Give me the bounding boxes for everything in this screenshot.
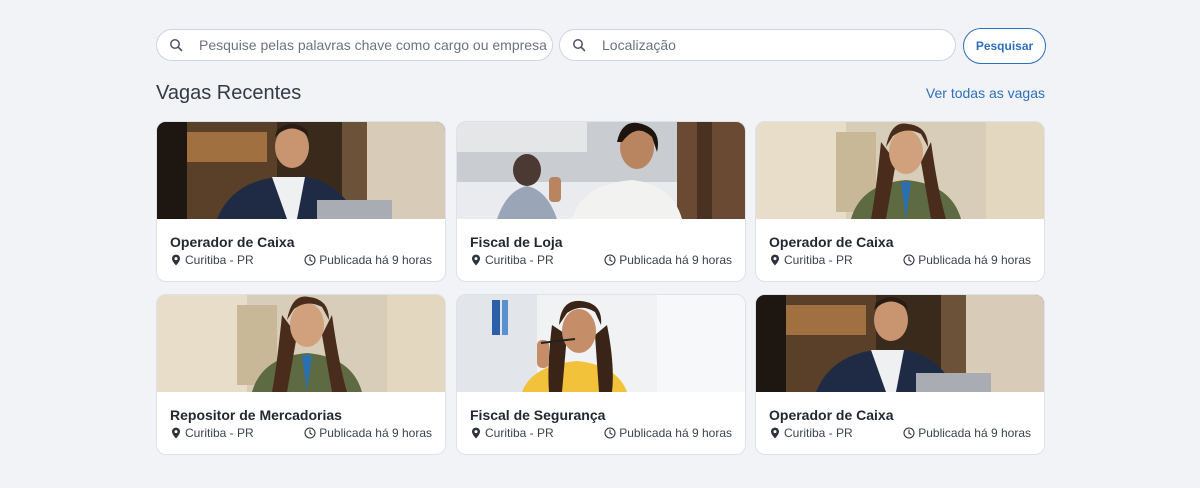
job-card[interactable]: Fiscal de Loja Curitiba - PR Publicada h… [456,121,746,282]
job-location: Curitiba - PR [170,426,254,440]
job-photo-man-office [157,122,445,219]
map-pin-icon [771,254,779,266]
job-posted: Publicada há 9 horas [304,426,432,440]
job-card[interactable]: Operador de Caixa Curitiba - PR Publicad… [156,121,446,282]
map-pin-icon [172,427,180,439]
job-location-text: Curitiba - PR [485,426,554,440]
job-location: Curitiba - PR [769,426,853,440]
job-location-text: Curitiba - PR [185,426,254,440]
job-photo-woman-office [157,295,445,392]
section-title: Vagas Recentes [156,82,302,104]
job-meta: Curitiba - PR Publicada há 9 horas [470,253,732,267]
job-posted-text: Publicada há 9 horas [619,253,732,267]
job-meta: Curitiba - PR Publicada há 9 horas [170,253,432,267]
clock-icon [903,254,915,266]
search-bar: Pesquisar [156,28,1046,64]
job-photo-man-office [756,295,1044,392]
job-photo-woman-office [756,122,1044,219]
job-photo-woman-thumbs-up [457,122,745,219]
job-meta: Curitiba - PR Publicada há 9 horas [769,253,1031,267]
job-posted-text: Publicada há 9 horas [619,426,732,440]
see-all-jobs-link[interactable]: Ver todas as vagas [926,85,1045,101]
job-title: Operador de Caixa [170,234,295,250]
job-card[interactable]: Fiscal de Segurança Curitiba - PR Public… [456,294,746,455]
job-posted-text: Publicada há 9 horas [319,253,432,267]
job-meta: Curitiba - PR Publicada há 9 horas [470,426,732,440]
job-posted: Publicada há 9 horas [604,426,732,440]
job-location-text: Curitiba - PR [485,253,554,267]
location-search-input[interactable] [602,37,955,53]
job-posted: Publicada há 9 horas [903,253,1031,267]
job-location-text: Curitiba - PR [185,253,254,267]
job-location: Curitiba - PR [470,253,554,267]
search-button[interactable]: Pesquisar [963,28,1046,64]
clock-icon [304,427,316,439]
job-posted-text: Publicada há 9 horas [319,426,432,440]
job-location: Curitiba - PR [470,426,554,440]
job-location: Curitiba - PR [170,253,254,267]
clock-icon [304,254,316,266]
keyword-search-input[interactable] [199,37,552,53]
job-title: Fiscal de Segurança [470,407,606,423]
search-icon [573,39,586,52]
job-meta: Curitiba - PR Publicada há 9 horas [170,426,432,440]
job-posted: Publicada há 9 horas [903,426,1031,440]
job-location-text: Curitiba - PR [784,426,853,440]
job-location: Curitiba - PR [769,253,853,267]
job-posted: Publicada há 9 horas [304,253,432,267]
location-search-field[interactable] [559,29,956,61]
search-icon [170,39,183,52]
job-card[interactable]: Operador de Caixa Curitiba - PR Publicad… [755,121,1045,282]
map-pin-icon [172,254,180,266]
job-card[interactable]: Operador de Caixa Curitiba - PR Publicad… [755,294,1045,455]
job-posted: Publicada há 9 horas [604,253,732,267]
clock-icon [604,427,616,439]
job-title: Operador de Caixa [769,234,894,250]
map-pin-icon [472,254,480,266]
job-card[interactable]: Repositor de Mercadorias Curitiba - PR P… [156,294,446,455]
job-photo-woman-pen [457,295,745,392]
map-pin-icon [771,427,779,439]
job-location-text: Curitiba - PR [784,253,853,267]
clock-icon [903,427,915,439]
job-title: Operador de Caixa [769,407,894,423]
job-title: Fiscal de Loja [470,234,563,250]
job-title: Repositor de Mercadorias [170,407,342,423]
job-posted-text: Publicada há 9 horas [918,426,1031,440]
keyword-search-field[interactable] [156,29,553,61]
job-posted-text: Publicada há 9 horas [918,253,1031,267]
job-meta: Curitiba - PR Publicada há 9 horas [769,426,1031,440]
map-pin-icon [472,427,480,439]
clock-icon [604,254,616,266]
